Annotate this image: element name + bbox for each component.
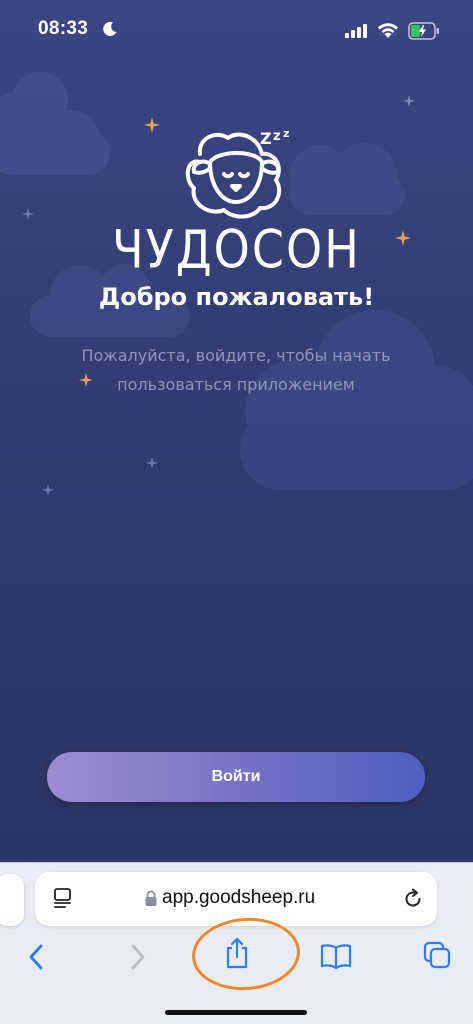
svg-text:Z: Z <box>260 129 272 148</box>
sparkle-icon <box>42 484 54 496</box>
status-time: 08:33 <box>38 18 89 39</box>
welcome-subtitle: Пожалуйста, войдите, чтобы начать пользо… <box>81 346 391 394</box>
cloud-decoration <box>0 72 110 175</box>
lock-icon <box>145 890 157 906</box>
svg-text:z: z <box>273 129 281 144</box>
sheep-logo-icon: Z z z <box>185 127 289 219</box>
battery-charging-icon <box>408 22 439 40</box>
cloud-decoration <box>290 143 405 215</box>
svg-text:z: z <box>283 127 289 140</box>
cloud-decoration <box>240 310 473 490</box>
wifi-icon <box>378 23 398 38</box>
home-indicator <box>165 1010 307 1015</box>
page-settings-icon[interactable] <box>53 887 75 909</box>
reload-icon[interactable] <box>402 888 424 910</box>
status-bar: 08:33 <box>0 0 473 60</box>
previous-tab-preview[interactable] <box>0 874 24 926</box>
moon-icon <box>103 21 117 36</box>
app-screen: 08:33 Z z z ЧУДОСОН Добро пожаловать! По… <box>0 0 473 1024</box>
brand-name: ЧУДОСОН <box>112 217 361 281</box>
login-button[interactable]: Войти <box>47 752 425 802</box>
sparkle-icon <box>403 95 415 107</box>
chevron-right-icon[interactable] <box>128 943 148 971</box>
chevron-left-icon[interactable] <box>26 943 46 971</box>
welcome-title: Добро пожаловать! <box>98 283 375 311</box>
sparkle-icon <box>146 457 158 469</box>
cellular-signal-icon <box>345 24 367 38</box>
book-icon[interactable] <box>320 943 352 969</box>
url-text[interactable]: app.goodsheep.ru <box>162 887 315 909</box>
sparkle-icon <box>144 117 160 133</box>
tabs-icon[interactable] <box>423 941 451 969</box>
